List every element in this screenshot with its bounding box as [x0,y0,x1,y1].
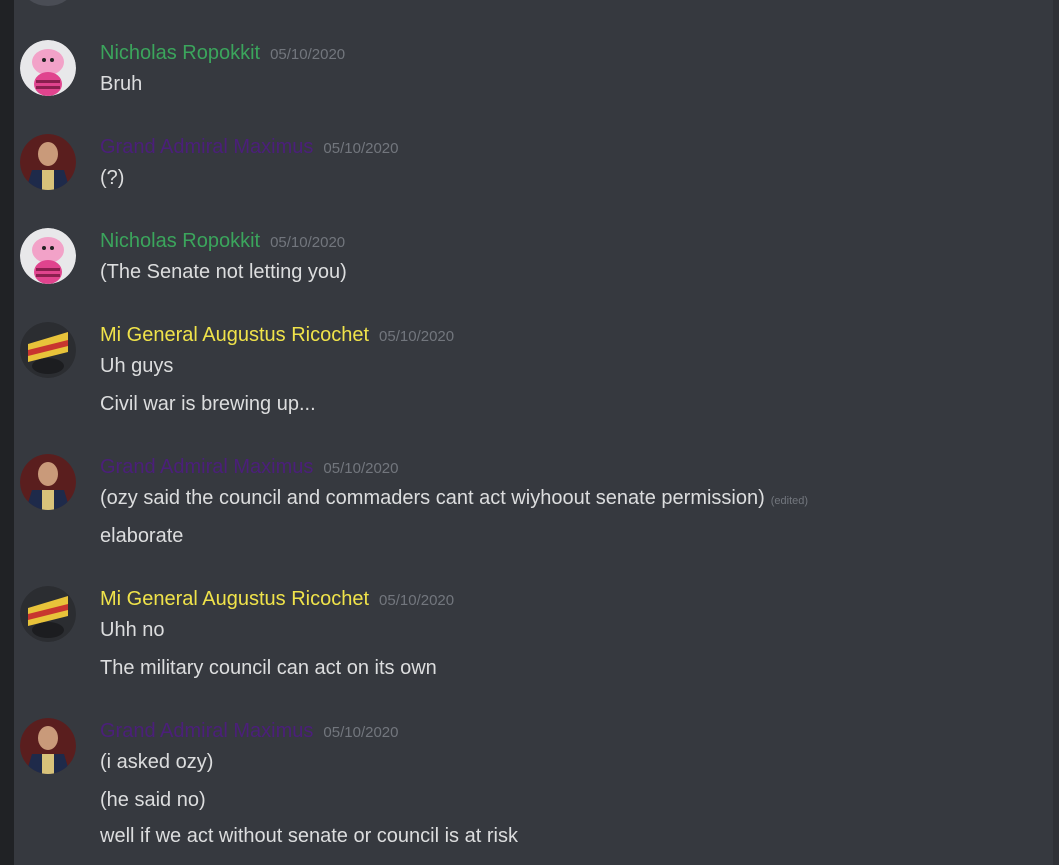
message-text: (ozy said the council and commaders cant… [100,487,808,510]
message-text: Uhh no [100,619,165,641]
timestamp: 05/10/2020 [379,328,455,345]
timestamp: 05/10/2020 [270,46,346,63]
timestamp: 05/10/2020 [270,234,346,251]
admiral-portrait-avatar[interactable] [20,718,76,774]
general-flag-avatar[interactable] [20,586,76,642]
timestamp: 05/10/2020 [323,724,399,741]
message-text: (The Senate not letting you) [100,261,347,283]
left-edge-strip [0,0,14,865]
message-text: Civil war is brewing up... [100,393,316,415]
author-name[interactable]: Mi General Augustus Ricochet [100,324,369,346]
message-text: elaborate [100,525,184,547]
edited-label: (edited) [770,495,809,507]
admiral-portrait-avatar[interactable] [20,134,76,190]
admiral-portrait-avatar[interactable] [20,454,76,510]
message-text: Uh guys [100,355,174,377]
general-flag-avatar[interactable] [20,322,76,378]
pink-pig-avatar[interactable] [20,228,76,284]
author-name[interactable]: Nicholas Ropokkit [100,230,260,252]
timestamp: 05/10/2020 [379,592,455,609]
partial-avatar[interactable] [22,0,74,6]
timestamp: 05/10/2020 [323,460,399,477]
author-name[interactable]: Mi General Augustus Ricochet [100,588,369,610]
scrollbar-track[interactable] [1053,0,1059,865]
message-text: well if we act without senate or council… [100,825,518,847]
pink-pig-avatar[interactable] [20,40,76,96]
message-text: The military council can act on its own [100,657,437,679]
message-text-content: (ozy said the council and commaders cant… [100,487,765,509]
message-text: (he said no) [100,789,206,811]
author-name[interactable]: Grand Admiral Maximus [100,136,313,158]
author-name[interactable]: Nicholas Ropokkit [100,42,260,64]
message-text: (i asked ozy) [100,751,214,773]
timestamp: 05/10/2020 [323,140,399,157]
message-text: (?) [100,167,125,189]
author-name[interactable]: Grand Admiral Maximus [100,720,313,742]
author-name[interactable]: Grand Admiral Maximus [100,456,313,478]
message-text: Bruh [100,73,143,95]
